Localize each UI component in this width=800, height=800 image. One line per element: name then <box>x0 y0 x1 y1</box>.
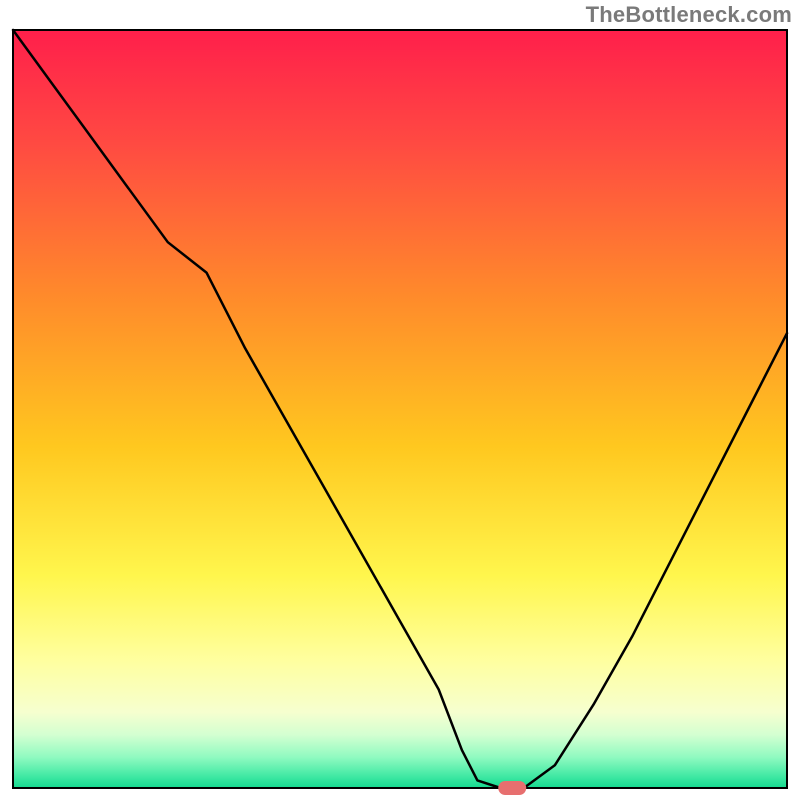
optimal-marker <box>498 781 526 795</box>
plot-background <box>13 30 787 788</box>
chart-container: TheBottleneck.com <box>0 0 800 800</box>
bottleneck-chart <box>0 0 800 800</box>
watermark-text: TheBottleneck.com <box>586 2 792 28</box>
